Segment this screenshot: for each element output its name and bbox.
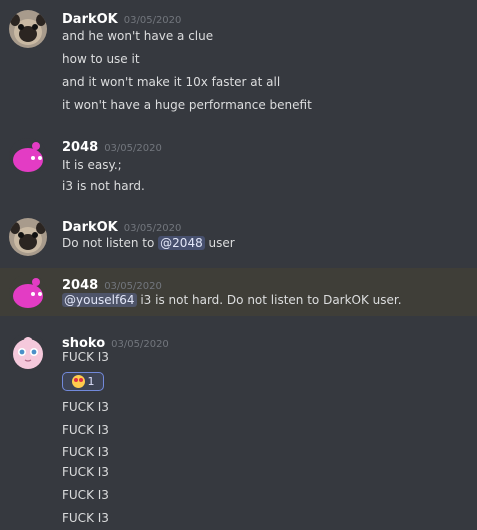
message-text: @youself64 i3 is not hard. Do not listen… xyxy=(62,293,402,307)
message-text: Do not listen to @2048 user xyxy=(62,236,235,250)
message-group: DarkOK 03/05/2020 and he won't have a clu… xyxy=(0,0,477,125)
username[interactable]: 2048 xyxy=(62,140,98,155)
message-text: FUCK I3 xyxy=(62,423,109,437)
message-text: It is easy.; xyxy=(62,158,122,172)
reaction-count: 1 xyxy=(87,375,95,388)
timestamp: 03/05/2020 xyxy=(104,281,162,292)
timestamp: 03/05/2020 xyxy=(104,143,162,154)
username[interactable]: 2048 xyxy=(62,278,98,293)
username[interactable]: shoko xyxy=(62,336,105,351)
pink-blob-avatar[interactable] xyxy=(9,138,47,176)
user-mention[interactable]: @2048 xyxy=(158,236,205,250)
message-header: 2048 03/05/2020 xyxy=(62,136,162,155)
heart-eyes-emoji-icon xyxy=(71,375,85,388)
message-text: it won't have a huge performance benefit xyxy=(62,98,312,112)
timestamp: 03/05/2020 xyxy=(111,339,169,350)
user-mention[interactable]: @youself64 xyxy=(62,293,137,307)
message-text: FUCK I3 xyxy=(62,511,109,525)
message-text: FUCK I3 xyxy=(62,488,109,502)
message-text: and it won't make it 10x faster at all xyxy=(62,75,281,89)
message-header: shoko 03/05/2020 xyxy=(62,332,169,351)
message-text: FUCK I3 xyxy=(62,400,109,414)
timestamp: 03/05/2020 xyxy=(123,15,182,26)
message-text: and he won't have a clue xyxy=(62,29,214,43)
message-group: DarkOK 03/05/2020 Do not listen to @2048 … xyxy=(0,208,477,263)
message-text-part: Do not listen to xyxy=(62,236,155,250)
pink-blob-avatar[interactable] xyxy=(9,274,47,312)
pug-avatar[interactable] xyxy=(9,218,47,256)
message-text-part: i3 is not hard. Do not listen to DarkOK … xyxy=(140,293,402,307)
chat-messages: DarkOK 03/05/2020 and he won't have a clu… xyxy=(0,0,477,530)
message-text: FUCK I3 xyxy=(62,465,109,479)
reaction-button[interactable]: 1 xyxy=(62,372,104,391)
jigglypuff-avatar[interactable] xyxy=(9,333,47,371)
message-header: DarkOK 03/05/2020 xyxy=(62,216,181,235)
timestamp: 03/05/2020 xyxy=(123,223,182,234)
message-text: i3 is not hard. xyxy=(62,179,145,193)
username[interactable]: DarkOK xyxy=(62,12,118,27)
message-header: 2048 03/05/2020 xyxy=(62,274,162,293)
message-text: how to use it xyxy=(62,52,140,66)
pug-avatar[interactable] xyxy=(9,10,47,48)
message-text-part: user xyxy=(208,236,235,250)
message-text: FUCK I3 xyxy=(62,445,109,459)
message-group: 2048 03/05/2020 It is easy.; i3 is not ha… xyxy=(0,128,477,200)
message-text: FUCK I3 xyxy=(62,350,109,364)
username[interactable]: DarkOK xyxy=(62,220,118,235)
message-group-highlighted: 2048 03/05/2020 @youself64 i3 is not hard… xyxy=(0,268,477,316)
message-header: DarkOK 03/05/2020 xyxy=(62,8,181,27)
